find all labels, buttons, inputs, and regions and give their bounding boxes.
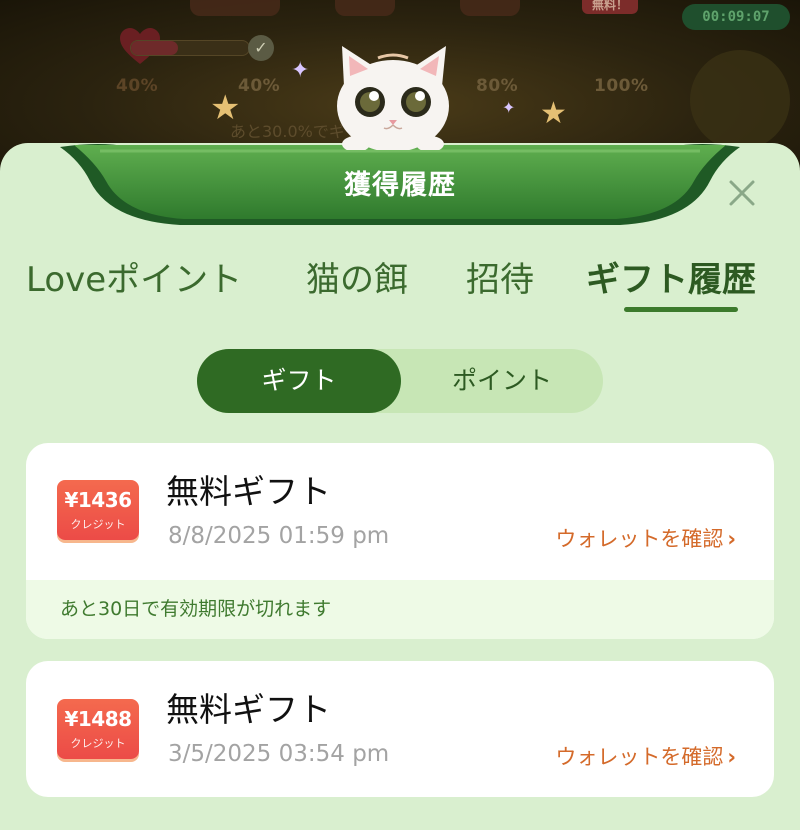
check-icon: ✓ — [248, 35, 274, 61]
gift-date: 8/8/2025 01:59 pm — [168, 523, 390, 549]
gift-card: ¥1488 クレジット 無料ギフト 3/5/2025 03:54 pm ウォレッ… — [26, 661, 774, 797]
credit-coupon: ¥1436 クレジット — [57, 480, 139, 540]
background-progress-label: 80% — [476, 76, 519, 96]
check-wallet-label: ウォレットを確認 — [555, 527, 724, 551]
expiry-notice: あと30日で有効期限が切れます — [26, 580, 774, 639]
coupon-label: クレジット — [70, 737, 126, 750]
background-decoration — [690, 50, 790, 150]
segment-gift[interactable]: ギフト — [197, 349, 401, 413]
background-shape — [190, 0, 280, 16]
sparkle-icon: ✦ — [502, 98, 516, 117]
chevron-right-icon: › — [727, 745, 736, 769]
gift-card: ¥1436 クレジット 無料ギフト 8/8/2025 01:59 pm ウォレッ… — [26, 443, 774, 639]
credit-coupon: ¥1488 クレジット — [57, 699, 139, 759]
tab-cat-food[interactable]: 猫の餌 — [306, 252, 408, 301]
coupon-amount: ¥1488 — [64, 707, 132, 731]
tab-active-indicator — [624, 307, 738, 312]
background-progress-bar — [130, 40, 250, 56]
close-icon — [729, 180, 755, 206]
sparkle-icon: ✦ — [291, 58, 310, 83]
background-shape — [335, 0, 395, 16]
star-icon: ★ — [210, 88, 241, 128]
background-shape — [460, 0, 520, 16]
check-wallet-label: ウォレットを確認 — [555, 745, 724, 769]
gift-date: 3/5/2025 03:54 pm — [168, 741, 390, 767]
background-timer: 00:09:07 — [682, 4, 790, 30]
sheet-title: 獲得履歴 — [344, 170, 456, 201]
gift-title: 無料ギフト — [166, 690, 331, 729]
tab-invite[interactable]: 招待 — [466, 252, 534, 301]
background-progress-label: 100% — [594, 76, 649, 96]
coupon-amount: ¥1436 — [64, 488, 132, 512]
star-icon: ★ — [540, 96, 567, 131]
gift-title: 無料ギフト — [166, 472, 331, 511]
history-tabs: Loveポイント 猫の餌 招待 ギフト履歴 — [0, 252, 800, 312]
background-progress-label: 40% — [238, 76, 281, 96]
background-progress-fill — [131, 41, 179, 55]
check-wallet-link[interactable]: ウォレットを確認 › — [555, 523, 736, 553]
check-wallet-link[interactable]: ウォレットを確認 › — [555, 741, 736, 771]
gift-point-toggle: ギフト ポイント — [197, 349, 603, 413]
tab-love-points[interactable]: Loveポイント — [26, 252, 242, 301]
coupon-label: クレジット — [70, 518, 126, 531]
chevron-right-icon: › — [727, 527, 736, 551]
background-free-badge: 無料！ — [582, 0, 638, 14]
segment-point[interactable]: ポイント — [401, 349, 603, 413]
close-button[interactable] — [722, 173, 762, 213]
background-progress-label: 40% — [116, 76, 159, 96]
cat-mascot — [337, 46, 449, 150]
tab-gift-history[interactable]: ギフト履歴 — [586, 252, 756, 301]
